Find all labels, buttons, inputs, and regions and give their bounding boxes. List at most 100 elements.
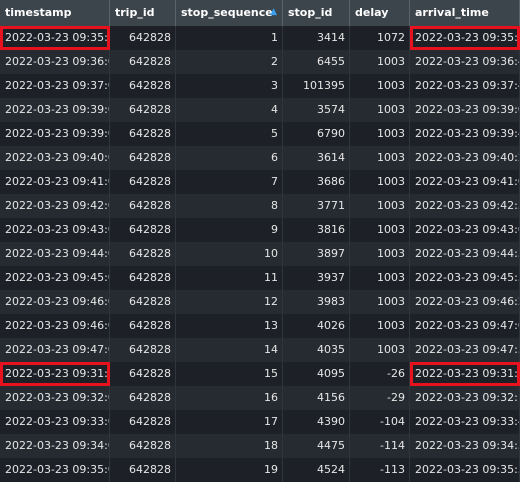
cell-timestamp: 2022-03-23 09:31:05	[0, 362, 110, 386]
cell-stop-id: 3983	[283, 290, 350, 314]
table-row[interactable]: 2022-03-23 09:40:056428286361410032022-0…	[0, 146, 520, 170]
cell-trip-id: 642828	[110, 74, 176, 98]
cell-stop-id: 3937	[283, 266, 350, 290]
cell-timestamp: 2022-03-23 09:46:05	[0, 314, 110, 338]
table-row[interactable]: 2022-03-23 09:37:04642828310139510032022…	[0, 74, 520, 98]
cell-delay: -26	[350, 362, 410, 386]
cell-delay: 1003	[350, 50, 410, 74]
cell-delay: 1003	[350, 122, 410, 146]
table-row[interactable]: 2022-03-23 09:46:0564282813402610032022-…	[0, 314, 520, 338]
cell-trip-id: 642828	[110, 362, 176, 386]
column-label: stop_sequence	[181, 6, 273, 19]
cell-stop-sequence: 2	[176, 50, 283, 74]
table-row[interactable]: 2022-03-23 09:45:0464282811393710032022-…	[0, 266, 520, 290]
cell-stop-id: 3771	[283, 194, 350, 218]
cell-stop-sequence: 3	[176, 74, 283, 98]
cell-stop-id: 4156	[283, 386, 350, 410]
column-header-arrival-time[interactable]: arrival_time	[410, 0, 520, 26]
cell-timestamp: 2022-03-23 09:36:06	[0, 50, 110, 74]
cell-delay: 1003	[350, 338, 410, 362]
table-row[interactable]: 2022-03-23 09:39:056428284357410032022-0…	[0, 98, 520, 122]
column-header-trip-id[interactable]: trip_id	[110, 0, 176, 26]
column-label: stop_id	[288, 6, 333, 19]
cell-stop-sequence: 4	[176, 98, 283, 122]
cell-arrival-time: 2022-03-23 09:39:04	[410, 98, 520, 122]
table-row[interactable]: 2022-03-23 09:46:0564282812398310032022-…	[0, 290, 520, 314]
cell-delay: 1003	[350, 170, 410, 194]
table-row[interactable]: 2022-03-23 09:43:046428289381610032022-0…	[0, 218, 520, 242]
data-table: timestamp trip_id stop_sequence ▲ stop_id…	[0, 0, 520, 482]
table-header: timestamp trip_id stop_sequence ▲ stop_id…	[0, 0, 520, 26]
cell-timestamp: 2022-03-23 09:37:04	[0, 74, 110, 98]
table-row[interactable]: 2022-03-23 09:31:05642828154095-262022-0…	[0, 362, 520, 386]
column-header-stop-sequence[interactable]: stop_sequence ▲	[176, 0, 283, 26]
cell-trip-id: 642828	[110, 98, 176, 122]
cell-stop-sequence: 18	[176, 434, 283, 458]
cell-delay: 1003	[350, 242, 410, 266]
cell-delay: 1003	[350, 98, 410, 122]
cell-timestamp: 2022-03-23 09:40:05	[0, 146, 110, 170]
cell-stop-sequence: 15	[176, 362, 283, 386]
cell-timestamp: 2022-03-23 09:46:05	[0, 290, 110, 314]
cell-arrival-time: 2022-03-23 09:31:33	[410, 362, 520, 386]
cell-arrival-time: 2022-03-23 09:34:38	[410, 434, 520, 458]
sort-ascending-icon[interactable]: ▲	[270, 0, 277, 24]
table-row[interactable]: 2022-03-23 09:33:05642828174390-1042022-…	[0, 410, 520, 434]
cell-trip-id: 642828	[110, 146, 176, 170]
cell-stop-sequence: 16	[176, 386, 283, 410]
table-row[interactable]: 2022-03-23 09:41:056428287368610032022-0…	[0, 170, 520, 194]
cell-stop-sequence: 5	[176, 122, 283, 146]
column-header-stop-id[interactable]: stop_id	[283, 0, 350, 26]
cell-delay: 1072	[350, 26, 410, 50]
table-row[interactable]: 2022-03-23 09:47:0564282814403510032022-…	[0, 338, 520, 362]
cell-trip-id: 642828	[110, 338, 176, 362]
cell-stop-id: 6455	[283, 50, 350, 74]
cell-delay: 1003	[350, 266, 410, 290]
cell-stop-id: 101395	[283, 74, 350, 98]
table-row[interactable]: 2022-03-23 09:39:056428285679010032022-0…	[0, 122, 520, 146]
table-row[interactable]: 2022-03-23 09:42:056428288377110032022-0…	[0, 194, 520, 218]
cell-arrival-time: 2022-03-23 09:37:44	[410, 74, 520, 98]
cell-delay: 1003	[350, 194, 410, 218]
table-row[interactable]: 2022-03-23 09:35:05642828194524-1132022-…	[0, 458, 520, 482]
cell-timestamp: 2022-03-23 09:35:05	[0, 26, 110, 50]
cell-stop-id: 4524	[283, 458, 350, 482]
table-row[interactable]: 2022-03-23 09:44:0564282810389710032022-…	[0, 242, 520, 266]
table-row[interactable]: 2022-03-23 09:32:05642828164156-292022-0…	[0, 386, 520, 410]
table-body: 2022-03-23 09:35:056428281341410722022-0…	[0, 26, 520, 482]
cell-timestamp: 2022-03-23 09:45:04	[0, 266, 110, 290]
cell-stop-sequence: 11	[176, 266, 283, 290]
cell-stop-id: 3816	[283, 218, 350, 242]
cell-stop-sequence: 7	[176, 170, 283, 194]
cell-timestamp: 2022-03-23 09:44:05	[0, 242, 110, 266]
column-label: trip_id	[115, 6, 155, 19]
cell-timestamp: 2022-03-23 09:39:05	[0, 98, 110, 122]
cell-arrival-time: 2022-03-23 09:36:43	[410, 50, 520, 74]
cell-trip-id: 642828	[110, 122, 176, 146]
cell-timestamp: 2022-03-23 09:42:05	[0, 194, 110, 218]
cell-trip-id: 642828	[110, 386, 176, 410]
column-label: timestamp	[5, 6, 72, 19]
cell-stop-sequence: 13	[176, 314, 283, 338]
cell-arrival-time: 2022-03-23 09:39:45	[410, 122, 520, 146]
cell-trip-id: 642828	[110, 314, 176, 338]
cell-arrival-time: 2022-03-23 09:35:34	[410, 458, 520, 482]
cell-arrival-time: 2022-03-23 09:45:33	[410, 266, 520, 290]
table-row[interactable]: 2022-03-23 09:36:066428282645510032022-0…	[0, 50, 520, 74]
cell-arrival-time: 2022-03-23 09:44:37	[410, 242, 520, 266]
table-row[interactable]: 2022-03-23 09:34:05642828184475-1142022-…	[0, 434, 520, 458]
cell-trip-id: 642828	[110, 170, 176, 194]
table-row[interactable]: 2022-03-23 09:35:056428281341410722022-0…	[0, 26, 520, 50]
cell-trip-id: 642828	[110, 266, 176, 290]
cell-delay: 1003	[350, 146, 410, 170]
cell-trip-id: 642828	[110, 50, 176, 74]
cell-timestamp: 2022-03-23 09:32:05	[0, 386, 110, 410]
column-label: delay	[355, 6, 389, 19]
cell-stop-id: 3614	[283, 146, 350, 170]
cell-stop-id: 4035	[283, 338, 350, 362]
cell-stop-id: 4095	[283, 362, 350, 386]
column-label: arrival_time	[415, 6, 489, 19]
column-header-timestamp[interactable]: timestamp	[0, 0, 110, 26]
column-header-delay[interactable]: delay	[350, 0, 410, 26]
cell-timestamp: 2022-03-23 09:47:05	[0, 338, 110, 362]
